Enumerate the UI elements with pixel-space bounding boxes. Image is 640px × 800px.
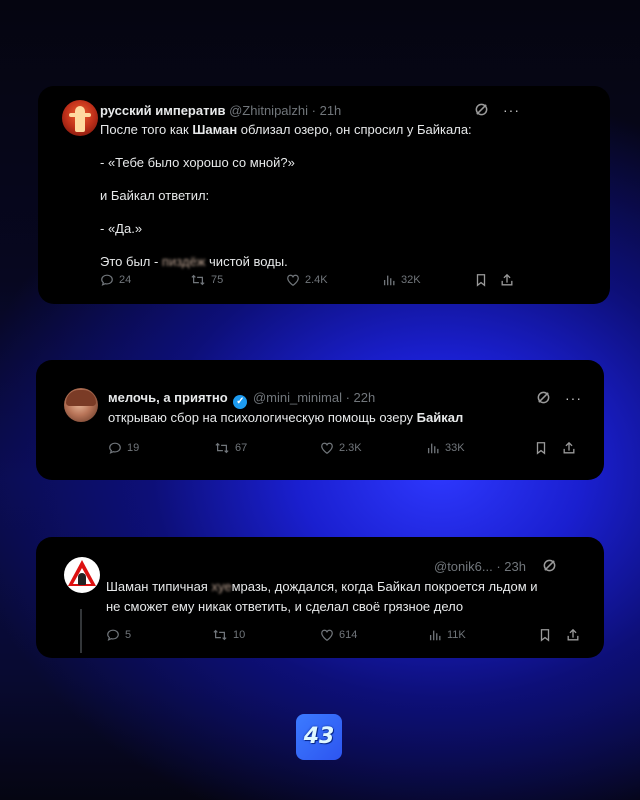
share-icon xyxy=(563,441,575,454)
thread-line xyxy=(80,609,82,653)
tweet-top-icons: ··· xyxy=(536,390,582,405)
tweet-card-2[interactable]: мелочь, а приятно ✓ @mini_minimal · 22h … xyxy=(36,360,604,480)
page-number-badge: 43 xyxy=(296,714,342,760)
retweet-icon xyxy=(213,629,227,641)
author-name[interactable]: русский императив xyxy=(100,103,225,118)
author-handle[interactable]: @tonik6... xyxy=(434,559,493,574)
reply-icon xyxy=(107,629,119,641)
author-name[interactable]: мелочь, а приятно xyxy=(108,390,228,405)
avatar[interactable] xyxy=(64,388,98,422)
share-button[interactable] xyxy=(562,441,576,455)
views-icon xyxy=(427,443,439,454)
tweet-card-3[interactable]: @tonik6... · 23h Шаман типичная хуемразь… xyxy=(36,537,604,658)
tweet-time[interactable]: · 21h xyxy=(312,103,342,118)
tweet-text: открываю сбор на психологическую помощь … xyxy=(108,410,464,425)
views-button[interactable]: 33K xyxy=(426,441,465,455)
tweet-time[interactable]: · 22h xyxy=(346,390,376,405)
bookmark-icon xyxy=(540,629,550,642)
share-button[interactable] xyxy=(566,628,580,642)
avatar[interactable] xyxy=(64,557,100,593)
tweet-time[interactable]: · 23h xyxy=(496,559,526,574)
verified-badge-icon: ✓ xyxy=(233,395,248,409)
retweet-icon xyxy=(215,442,229,454)
grok-icon[interactable] xyxy=(542,558,557,573)
tweet-top-icons: ··· xyxy=(474,102,520,117)
tweet-text: Шаман типичная хуемразь, дождался, когда… xyxy=(106,579,538,614)
author-handle[interactable]: @Zhitnipalzhi xyxy=(229,103,308,118)
bookmark-button[interactable] xyxy=(474,273,488,287)
retweet-button[interactable]: 10 xyxy=(212,628,245,642)
reply-icon xyxy=(101,274,113,286)
grok-icon[interactable] xyxy=(536,390,551,405)
tweet-header: @tonik6... · 23h xyxy=(434,559,526,574)
like-button[interactable]: 614 xyxy=(320,628,357,642)
reply-button[interactable]: 19 xyxy=(108,441,139,455)
share-icon xyxy=(501,273,513,286)
tweet-header: русский императив @Zhitnipalzhi · 21h xyxy=(100,103,341,118)
views-icon xyxy=(383,275,395,286)
views-icon xyxy=(429,630,441,641)
tweet-card-1[interactable]: русский императив @Zhitnipalzhi · 21h ··… xyxy=(38,86,610,304)
views-button[interactable]: 32K xyxy=(382,273,421,287)
tweet-header: мелочь, а приятно ✓ @mini_minimal · 22h xyxy=(108,390,375,409)
tweet-top-icons xyxy=(542,558,557,573)
tweet-actions: 19 67 2.3K 33K xyxy=(108,440,578,456)
views-button[interactable]: 11K xyxy=(428,628,466,642)
reply-icon xyxy=(109,442,121,454)
tweet-text: После того как Шаман облизал озеро, он с… xyxy=(100,122,472,269)
bookmark-icon xyxy=(476,274,486,287)
like-button[interactable]: 2.4K xyxy=(286,273,328,287)
heart-icon xyxy=(321,442,333,454)
bookmark-icon xyxy=(536,442,546,455)
retweet-button[interactable]: 75 xyxy=(190,273,223,287)
retweet-button[interactable]: 67 xyxy=(214,441,247,455)
heart-icon xyxy=(321,629,333,641)
tweet-actions: 24 75 2.4K 32K xyxy=(100,272,520,288)
more-icon[interactable]: ··· xyxy=(565,391,582,405)
reply-button[interactable]: 5 xyxy=(106,628,131,642)
bookmark-button[interactable] xyxy=(538,628,552,642)
heart-icon xyxy=(287,274,299,286)
grok-icon[interactable] xyxy=(474,102,489,117)
tweet-actions: 5 10 614 11K xyxy=(106,627,586,643)
author-handle[interactable]: @mini_minimal xyxy=(253,390,342,405)
avatar[interactable] xyxy=(62,100,98,136)
reply-button[interactable]: 24 xyxy=(100,273,131,287)
share-icon xyxy=(567,628,579,641)
share-button[interactable] xyxy=(500,273,514,287)
bookmark-button[interactable] xyxy=(534,441,548,455)
more-icon[interactable]: ··· xyxy=(503,103,520,117)
retweet-icon xyxy=(191,274,205,286)
like-button[interactable]: 2.3K xyxy=(320,441,362,455)
